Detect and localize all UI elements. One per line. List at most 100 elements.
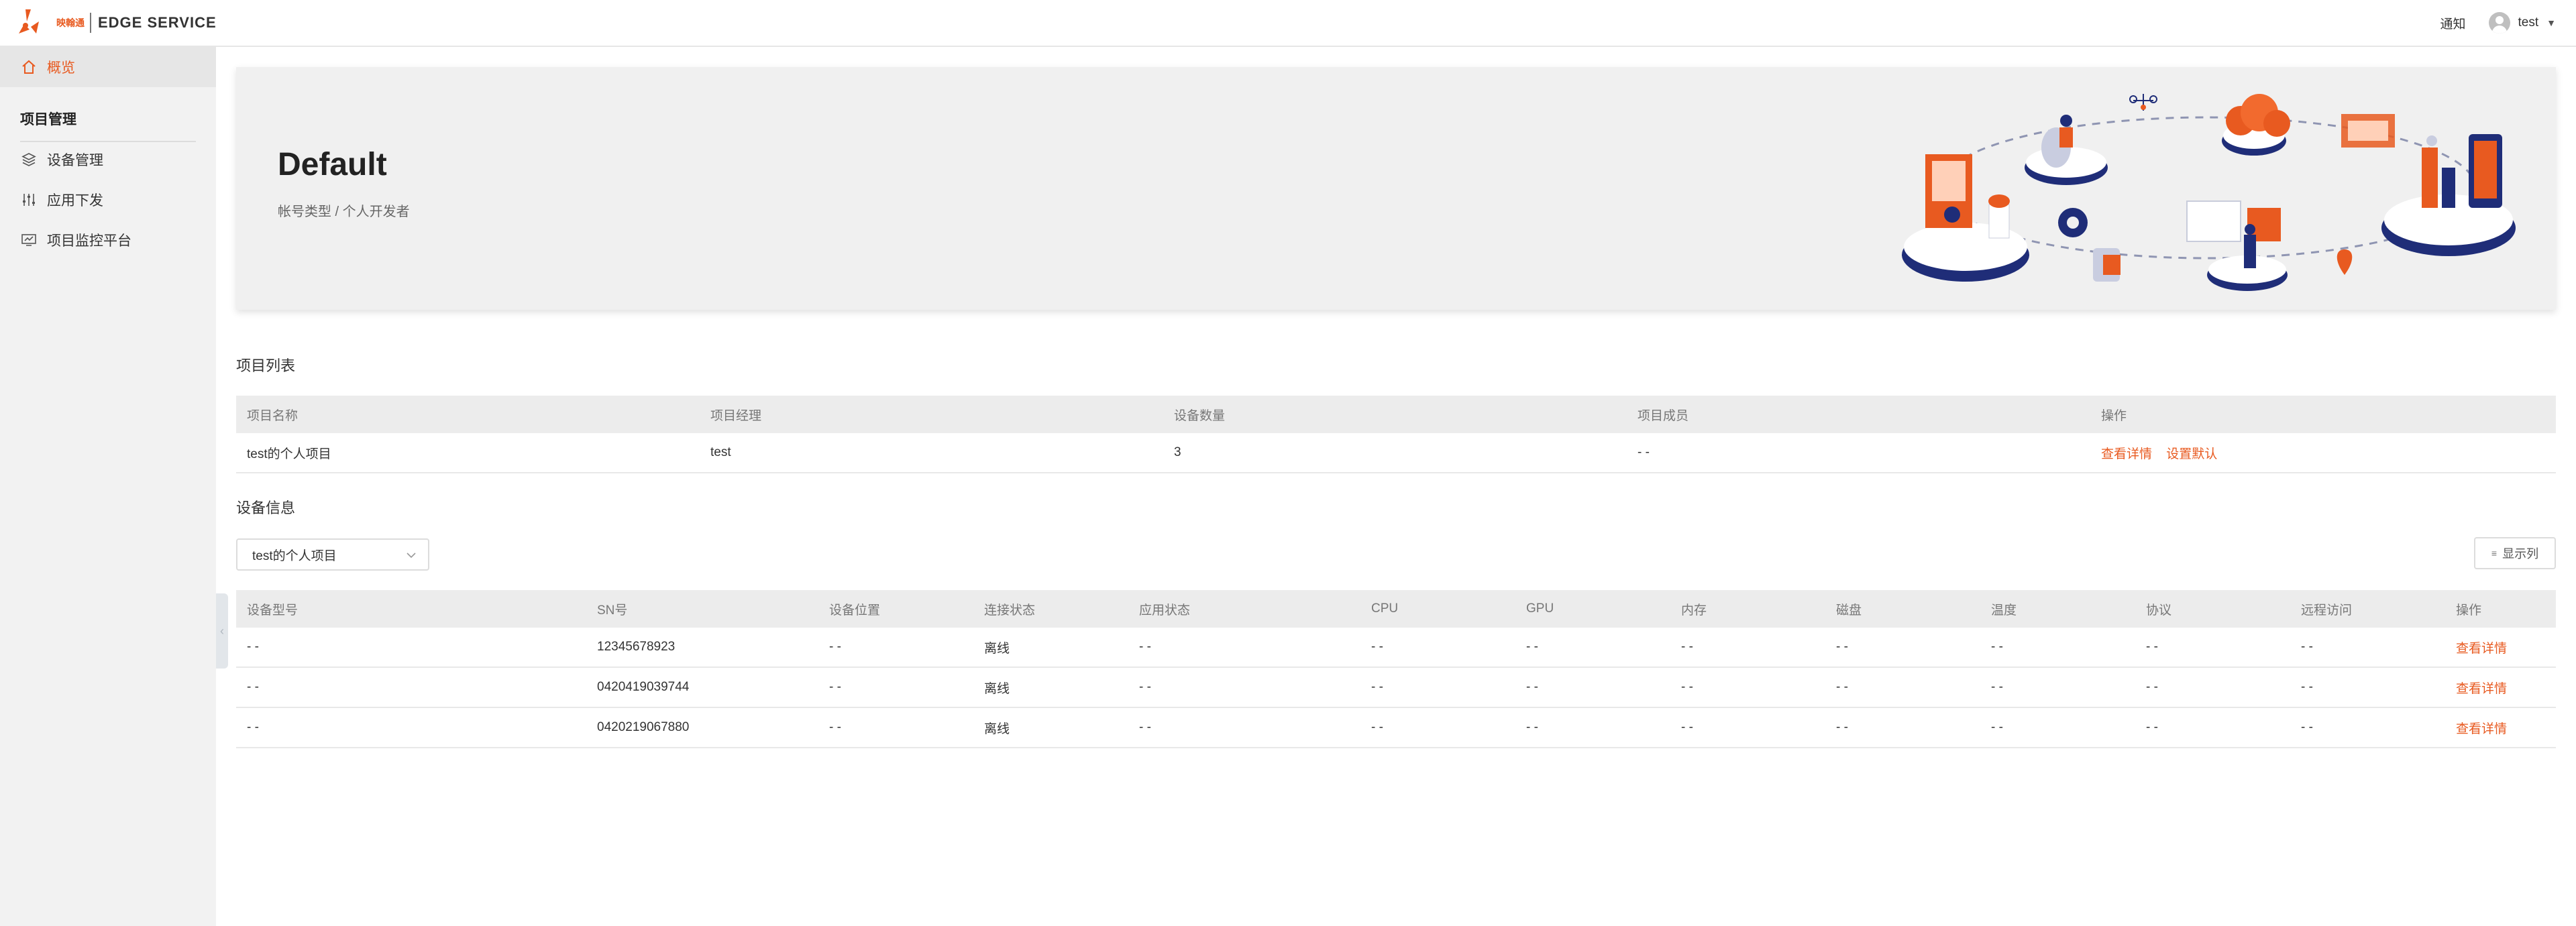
sidebar-item-app-deploy[interactable]: 应用下发 — [0, 180, 216, 220]
column-header: CPU — [1360, 590, 1515, 628]
project-manager: test — [700, 433, 1163, 473]
device-info-title: 设备信息 — [236, 500, 296, 516]
cpu-value: - - — [1360, 628, 1515, 668]
show-columns-label: 显示列 — [2502, 547, 2539, 561]
column-header: 连接状态 — [973, 590, 1128, 628]
home-icon — [20, 58, 38, 76]
column-header: 远程访问 — [2290, 590, 2445, 628]
sidebar-item-monitor[interactable]: 项目监控平台 — [0, 220, 216, 260]
row-actions: 查看详情 — [2445, 667, 2556, 708]
avatar-body — [2491, 25, 2507, 34]
device-table: 设备型号 SN号 设备位置 连接状态 应用状态 CPU GPU 内存 磁盘 温度… — [236, 590, 2556, 748]
sliders-icon — [20, 191, 38, 209]
device-sn: 12345678923 — [586, 628, 818, 668]
table-header-row: 设备型号 SN号 设备位置 连接状态 应用状态 CPU GPU 内存 磁盘 温度… — [236, 590, 2556, 628]
chevron-down-icon — [407, 553, 416, 559]
device-location: - - — [818, 628, 973, 668]
column-header: 磁盘 — [1825, 590, 1980, 628]
top-header: 映翰通 EDGE SERVICE 通知 test ▼ — [0, 0, 2576, 47]
sidebar-item-devices[interactable]: 设备管理 — [0, 139, 216, 180]
view-details-link[interactable]: 查看详情 — [2101, 447, 2152, 461]
cpu-value: - - — [1360, 667, 1515, 708]
column-header: 内存 — [1670, 590, 1825, 628]
sidebar-item-overview[interactable]: 概览 — [0, 47, 216, 87]
table-row: test的个人项目 test 3 - - 查看详情 设置默认 — [236, 433, 2556, 473]
connection-status: 离线 — [973, 707, 1128, 748]
column-header: 操作 — [2445, 590, 2556, 628]
remote-access-value: - - — [2290, 707, 2445, 748]
project-table: 项目名称 项目经理 设备数量 项目成员 操作 test的个人项目 test 3 … — [236, 396, 2556, 473]
connection-status: 离线 — [973, 628, 1128, 668]
chevron-down-icon[interactable]: ▼ — [2546, 17, 2556, 28]
row-actions: 查看详情 — [2445, 628, 2556, 668]
app-status: - - — [1128, 707, 1360, 748]
page-title: Default — [278, 147, 387, 182]
product-name: EDGE SERVICE — [98, 14, 217, 31]
memory-value: - - — [1670, 667, 1825, 708]
column-header: GPU — [1515, 590, 1670, 628]
temperature-value: - - — [1980, 628, 2135, 668]
column-header: 项目经理 — [700, 396, 1163, 433]
sidebar-section-title: 项目管理 — [20, 109, 196, 142]
protocol-value: - - — [2135, 628, 2290, 668]
column-header: 设备型号 — [236, 590, 586, 628]
logo-cn-text: 映翰通 — [56, 17, 85, 28]
logo-divider — [90, 13, 91, 33]
banner-illustration — [1902, 94, 2516, 291]
table-row: - - 0420219067880 - - 离线 - - - - - - - -… — [236, 707, 2556, 748]
notification-link[interactable]: 通知 — [2440, 14, 2466, 32]
view-details-link[interactable]: 查看详情 — [2456, 642, 2507, 656]
remote-access-value: - - — [2290, 667, 2445, 708]
column-header: 协议 — [2135, 590, 2290, 628]
column-header: 项目成员 — [1627, 396, 2090, 433]
show-columns-button[interactable]: ≡ 显示列 — [2474, 537, 2556, 569]
column-header: 操作 — [2090, 396, 2556, 433]
project-name: test的个人项目 — [236, 433, 700, 473]
protocol-value: - - — [2135, 667, 2290, 708]
view-details-link[interactable]: 查看详情 — [2456, 722, 2507, 736]
avatar-head — [2495, 16, 2504, 24]
table-header-row: 项目名称 项目经理 设备数量 项目成员 操作 — [236, 396, 2556, 433]
disk-value: - - — [1825, 707, 1980, 748]
sidebar-item-label: 设备管理 — [47, 153, 103, 168]
sidebar-item-label: 项目监控平台 — [47, 233, 131, 249]
temperature-value: - - — [1980, 667, 2135, 708]
device-sn: 0420419039744 — [586, 667, 818, 708]
remote-access-value: - - — [2290, 628, 2445, 668]
memory-value: - - — [1670, 628, 1825, 668]
sidebar-collapse-toggle[interactable]: ‹ — [216, 593, 228, 669]
brand-logo[interactable]: 映翰通 EDGE SERVICE — [16, 0, 217, 46]
sidebar: 概览 项目管理 设备管理 应用下发 项目监控平台 — [0, 47, 216, 926]
cube-icon — [20, 151, 38, 168]
column-header: 设备位置 — [818, 590, 973, 628]
set-default-link[interactable]: 设置默认 — [2166, 447, 2217, 461]
column-header: 温度 — [1980, 590, 2135, 628]
view-details-link[interactable]: 查看详情 — [2456, 682, 2507, 696]
table-row: - - 12345678923 - - 离线 - - - - - - - - -… — [236, 628, 2556, 668]
avatar[interactable] — [2488, 12, 2510, 34]
protocol-value: - - — [2135, 707, 2290, 748]
device-model: - - — [236, 628, 586, 668]
disk-value: - - — [1825, 628, 1980, 668]
username[interactable]: test — [2518, 15, 2539, 30]
chevron-left-icon: ‹ — [220, 624, 224, 638]
column-header: 项目名称 — [236, 396, 700, 433]
connection-status: 离线 — [973, 667, 1128, 708]
project-select[interactable]: test的个人项目 — [236, 538, 429, 571]
account-banner: Default 帐号类型 / 个人开发者 — [236, 67, 2556, 310]
row-actions: 查看详情 — [2445, 707, 2556, 748]
project-list-title: 项目列表 — [236, 357, 296, 374]
list-icon: ≡ — [2491, 548, 2498, 559]
gpu-value: - - — [1515, 628, 1670, 668]
account-type: 帐号类型 / 个人开发者 — [278, 205, 410, 219]
device-sn: 0420219067880 — [586, 707, 818, 748]
device-location: - - — [818, 707, 973, 748]
column-header: SN号 — [586, 590, 818, 628]
column-header: 设备数量 — [1163, 396, 1627, 433]
column-header: 应用状态 — [1128, 590, 1360, 628]
device-location: - - — [818, 667, 973, 708]
row-actions: 查看详情 设置默认 — [2090, 433, 2556, 473]
device-model: - - — [236, 707, 586, 748]
device-model: - - — [236, 667, 586, 708]
sidebar-item-label: 概览 — [47, 60, 75, 76]
